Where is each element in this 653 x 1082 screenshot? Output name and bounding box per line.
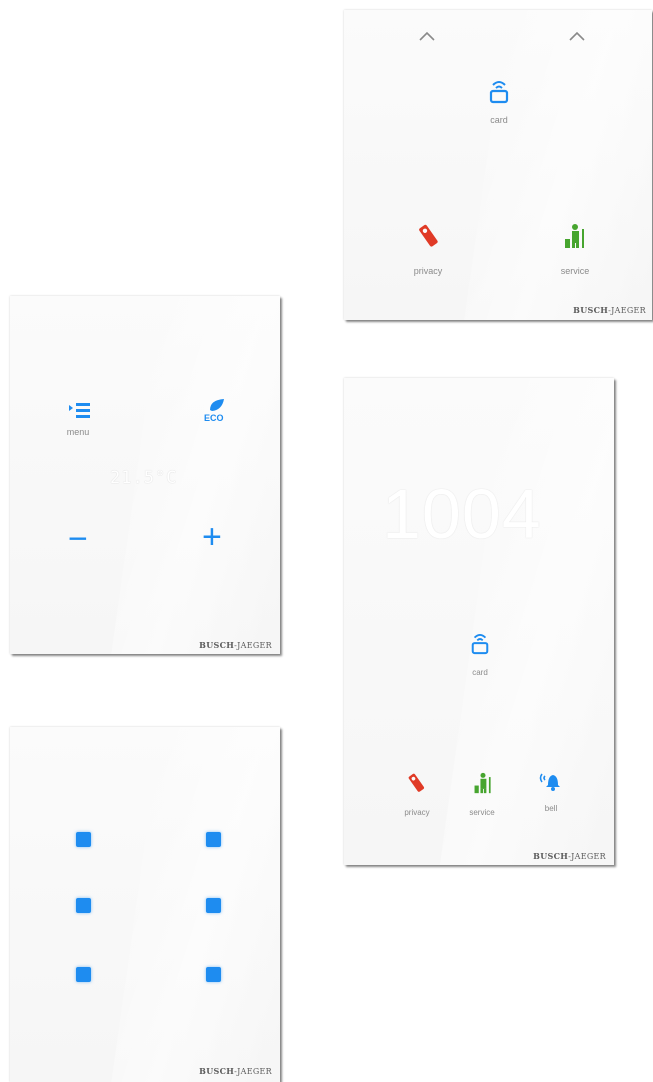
card-reader-icon[interactable]	[470, 632, 490, 656]
service-cleaning-icon[interactable]	[562, 223, 588, 249]
service-label: service	[469, 808, 495, 817]
service-cleaning-icon[interactable]	[472, 772, 494, 794]
brand-logo: BUSCH-JAEGER	[573, 305, 646, 315]
thermostat-panel: menu ECO 21.5°C − + BUSCH-JAEGER	[10, 296, 280, 654]
plus-button[interactable]: +	[202, 520, 222, 554]
privacy-hanger-icon[interactable]	[416, 223, 440, 249]
privacy-label: privacy	[413, 266, 443, 276]
switch-button-1[interactable]	[76, 832, 91, 847]
menu-label: menu	[66, 427, 90, 437]
switch-button-6[interactable]	[206, 967, 221, 982]
brand-logo: BUSCH-JAEGER	[199, 1066, 272, 1076]
card-label: card	[472, 668, 488, 677]
switch-button-4[interactable]	[206, 898, 221, 913]
temperature-display: 21.5°C	[110, 468, 178, 488]
chevron-up-icon[interactable]	[568, 30, 586, 42]
card-label: card	[490, 115, 508, 125]
switch-panel: BUSCH-JAEGER	[10, 727, 280, 1082]
minus-button[interactable]: −	[68, 522, 88, 556]
door-panel-card: card privacy service BUSCH-JAEGER	[344, 10, 652, 320]
svg-text:ECO: ECO	[204, 413, 224, 423]
service-label: service	[560, 266, 590, 276]
door-number-panel: 1004 card privacy service bell BUSCH-JAE…	[344, 378, 614, 865]
switch-button-3[interactable]	[76, 898, 91, 913]
eco-icon[interactable]: ECO	[202, 396, 230, 424]
switch-button-5[interactable]	[76, 967, 91, 982]
privacy-hanger-icon[interactable]	[406, 772, 426, 794]
brand-logo: BUSCH-JAEGER	[199, 640, 272, 650]
menu-icon[interactable]	[68, 401, 92, 421]
bell-icon[interactable]	[538, 770, 562, 792]
room-number-display: 1004	[382, 475, 542, 553]
bell-label: bell	[544, 804, 558, 813]
switch-button-2[interactable]	[206, 832, 221, 847]
brand-logo: BUSCH-JAEGER	[533, 851, 606, 861]
card-reader-icon[interactable]	[488, 79, 510, 105]
chevron-up-icon[interactable]	[418, 30, 436, 42]
